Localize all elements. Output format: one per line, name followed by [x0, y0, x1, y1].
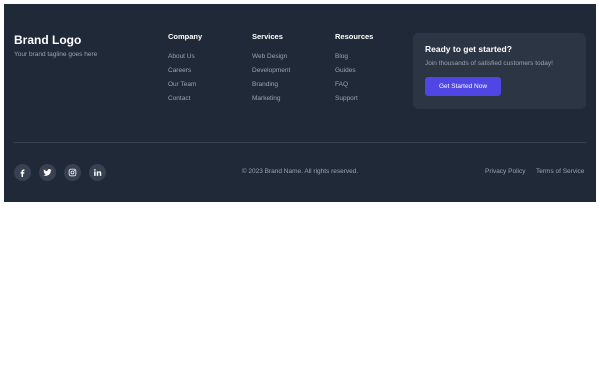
link-branding[interactable]: Branding — [252, 78, 290, 92]
column-title: Company — [168, 32, 203, 41]
footer-column-company: Company About Us Careers Our Team Contac… — [168, 32, 202, 106]
link-development[interactable]: Development — [252, 64, 290, 78]
link-marketing[interactable]: Marketing — [252, 92, 290, 106]
get-started-button[interactable]: Get Started Now — [425, 77, 501, 96]
terms-of-service-link[interactable]: Terms of Service — [536, 168, 584, 175]
link-blog[interactable]: Blog — [335, 50, 373, 64]
link-web-design[interactable]: Web Design — [252, 50, 290, 64]
cta-subtitle: Join thousands of satisfied customers to… — [425, 60, 553, 67]
link-our-team[interactable]: Our Team — [168, 78, 202, 92]
cta-card: Ready to get started? Join thousands of … — [413, 33, 586, 109]
footer-column-resources: Resources Blog Guides FAQ Support — [335, 32, 373, 106]
link-support[interactable]: Support — [335, 92, 373, 106]
link-about-us[interactable]: About Us — [168, 50, 202, 64]
site-footer: Brand Logo Your brand tagline goes here … — [4, 4, 596, 202]
cta-title: Ready to get started? — [425, 44, 512, 54]
privacy-policy-link[interactable]: Privacy Policy — [485, 168, 525, 175]
footer-divider — [14, 142, 586, 143]
link-faq[interactable]: FAQ — [335, 78, 373, 92]
column-title: Resources — [335, 32, 374, 41]
brand-logo[interactable]: Brand Logo — [14, 33, 81, 47]
link-careers[interactable]: Careers — [168, 64, 202, 78]
brand-tagline: Your brand tagline goes here — [14, 51, 98, 58]
link-guides[interactable]: Guides — [335, 64, 373, 78]
footer-column-services: Services Web Design Development Branding… — [252, 32, 290, 106]
link-contact[interactable]: Contact — [168, 92, 202, 106]
column-title: Services — [252, 32, 283, 41]
